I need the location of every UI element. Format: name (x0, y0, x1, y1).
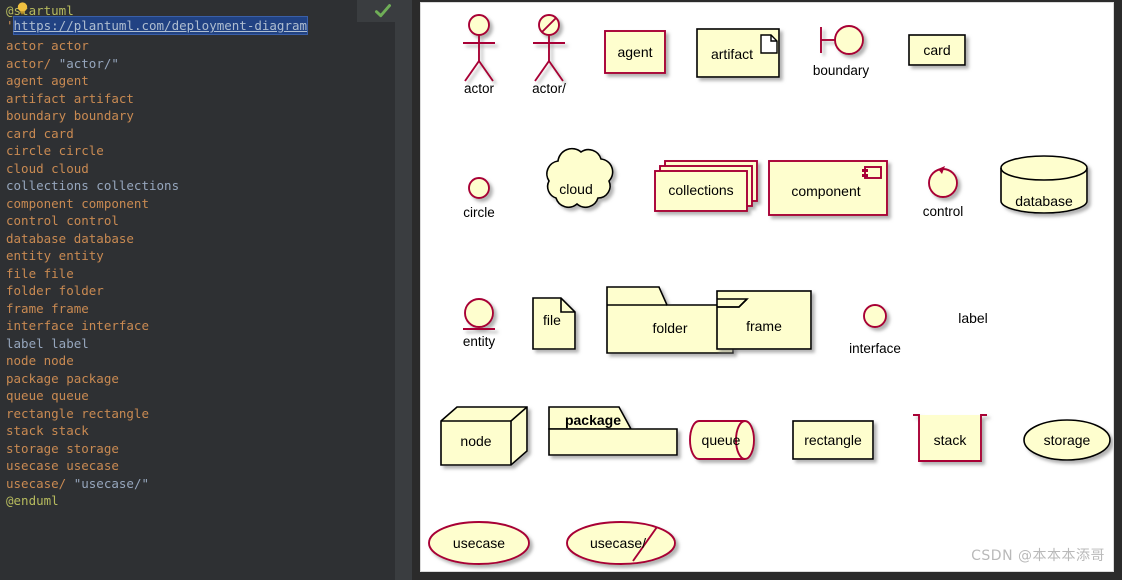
editor-right-gutter[interactable] (395, 0, 412, 580)
shape-actor[interactable] (463, 14, 495, 82)
code-line[interactable]: stack stack (6, 422, 89, 440)
code-line[interactable]: agent agent (6, 72, 89, 90)
green-check-icon (375, 4, 391, 18)
shape-label-actor-alt: actor/ (532, 81, 566, 96)
code-line[interactable]: node node (6, 352, 74, 370)
shape-cloud[interactable] (546, 147, 614, 208)
selected-url-text[interactable]: https://plantuml.com/deployment-diagram (13, 17, 308, 34)
code-line[interactable]: actor actor (6, 37, 89, 55)
code-line[interactable]: component component (6, 195, 149, 213)
shape-label-database: database (1015, 193, 1073, 209)
code-line[interactable]: usecase usecase (6, 457, 119, 475)
shape-label-collections: collections (668, 182, 733, 198)
shape-label-usecase: usecase (453, 535, 505, 551)
code-line[interactable]: file file (6, 265, 74, 283)
code-line[interactable]: frame frame (6, 300, 89, 318)
shape-label-folder: folder (652, 320, 687, 336)
code-line[interactable]: @enduml (6, 492, 59, 510)
code-line[interactable]: actor/ "actor/" (6, 55, 119, 73)
shape-label-node: node (460, 433, 491, 449)
plantuml-online-editor-window: @startuml actor actor actor/ "actor/" agent… (0, 0, 1122, 580)
shape-label-cloud: cloud (559, 181, 592, 197)
code-line[interactable]: label label (6, 335, 89, 353)
code-line[interactable]: package package (6, 370, 119, 388)
code-line[interactable]: boundary boundary (6, 107, 134, 125)
shape-label-file: file (543, 312, 561, 328)
shape-label-actor: actor (464, 81, 495, 96)
shape-label-queue: queue (702, 432, 741, 448)
csdn-watermark: CSDN @本本本添哥 (971, 548, 1105, 564)
shape-interface[interactable] (863, 304, 887, 328)
shape-label-storage: storage (1044, 432, 1091, 448)
shape-label-agent: agent (617, 44, 652, 60)
shape-circle[interactable] (468, 177, 490, 199)
code-line[interactable]: database database (6, 230, 134, 248)
shape-entity[interactable] (463, 298, 495, 330)
uml-shapes-canvas: .fillY { fill:#FEFECE; } .strkD { stroke… (428, 14, 1111, 565)
code-line[interactable]: artifact artifact (6, 90, 134, 108)
shape-boundary[interactable] (820, 25, 864, 55)
code-line-url[interactable]: 'https://plantuml.com/deployment-diagram (6, 17, 308, 35)
code-line[interactable]: folder folder (6, 282, 104, 300)
code-line[interactable]: entity entity (6, 247, 104, 265)
shape-label-usecase-alt: usecase/ (590, 535, 646, 551)
code-editor-text-area[interactable]: @startuml actor actor actor/ "actor/" agent… (0, 0, 395, 580)
code-line[interactable]: collections collections (6, 177, 179, 195)
shape-label-entity: entity (463, 334, 496, 349)
shape-label-interface: interface (849, 341, 901, 356)
shape-label-label: label (958, 310, 988, 326)
code-editor-pane[interactable]: @startuml actor actor actor/ "actor/" agent… (0, 0, 412, 580)
diagram-preview-pane[interactable]: .fillY { fill:#FEFECE; } .strkD { stroke… (420, 2, 1114, 572)
shape-label-stack: stack (934, 432, 968, 448)
code-line[interactable]: card card (6, 125, 74, 143)
code-line[interactable]: control control (6, 212, 119, 230)
shape-label-boundary: boundary (813, 63, 870, 78)
shape-actor-alt[interactable] (533, 14, 565, 82)
code-line[interactable]: queue queue (6, 387, 89, 405)
shape-label-package: package (565, 412, 621, 428)
comment-prefix: ' (6, 18, 14, 33)
shape-label-control: control (923, 204, 964, 219)
shape-label-artifact: artifact (711, 46, 753, 62)
shape-label-frame: frame (746, 318, 782, 334)
code-line[interactable]: interface interface (6, 317, 149, 335)
shape-label-circle: circle (463, 205, 495, 220)
shape-label-rectangle: rectangle (804, 432, 862, 448)
shape-control[interactable] (928, 166, 958, 198)
code-line[interactable]: cloud cloud (6, 160, 89, 178)
code-line[interactable]: rectangle rectangle (6, 405, 149, 423)
shape-label-component: component (791, 183, 860, 199)
code-line[interactable]: usecase/ "usecase/" (6, 475, 149, 493)
shape-label-card: card (923, 42, 950, 58)
code-line[interactable]: circle circle (6, 142, 104, 160)
code-line[interactable]: storage storage (6, 440, 119, 458)
